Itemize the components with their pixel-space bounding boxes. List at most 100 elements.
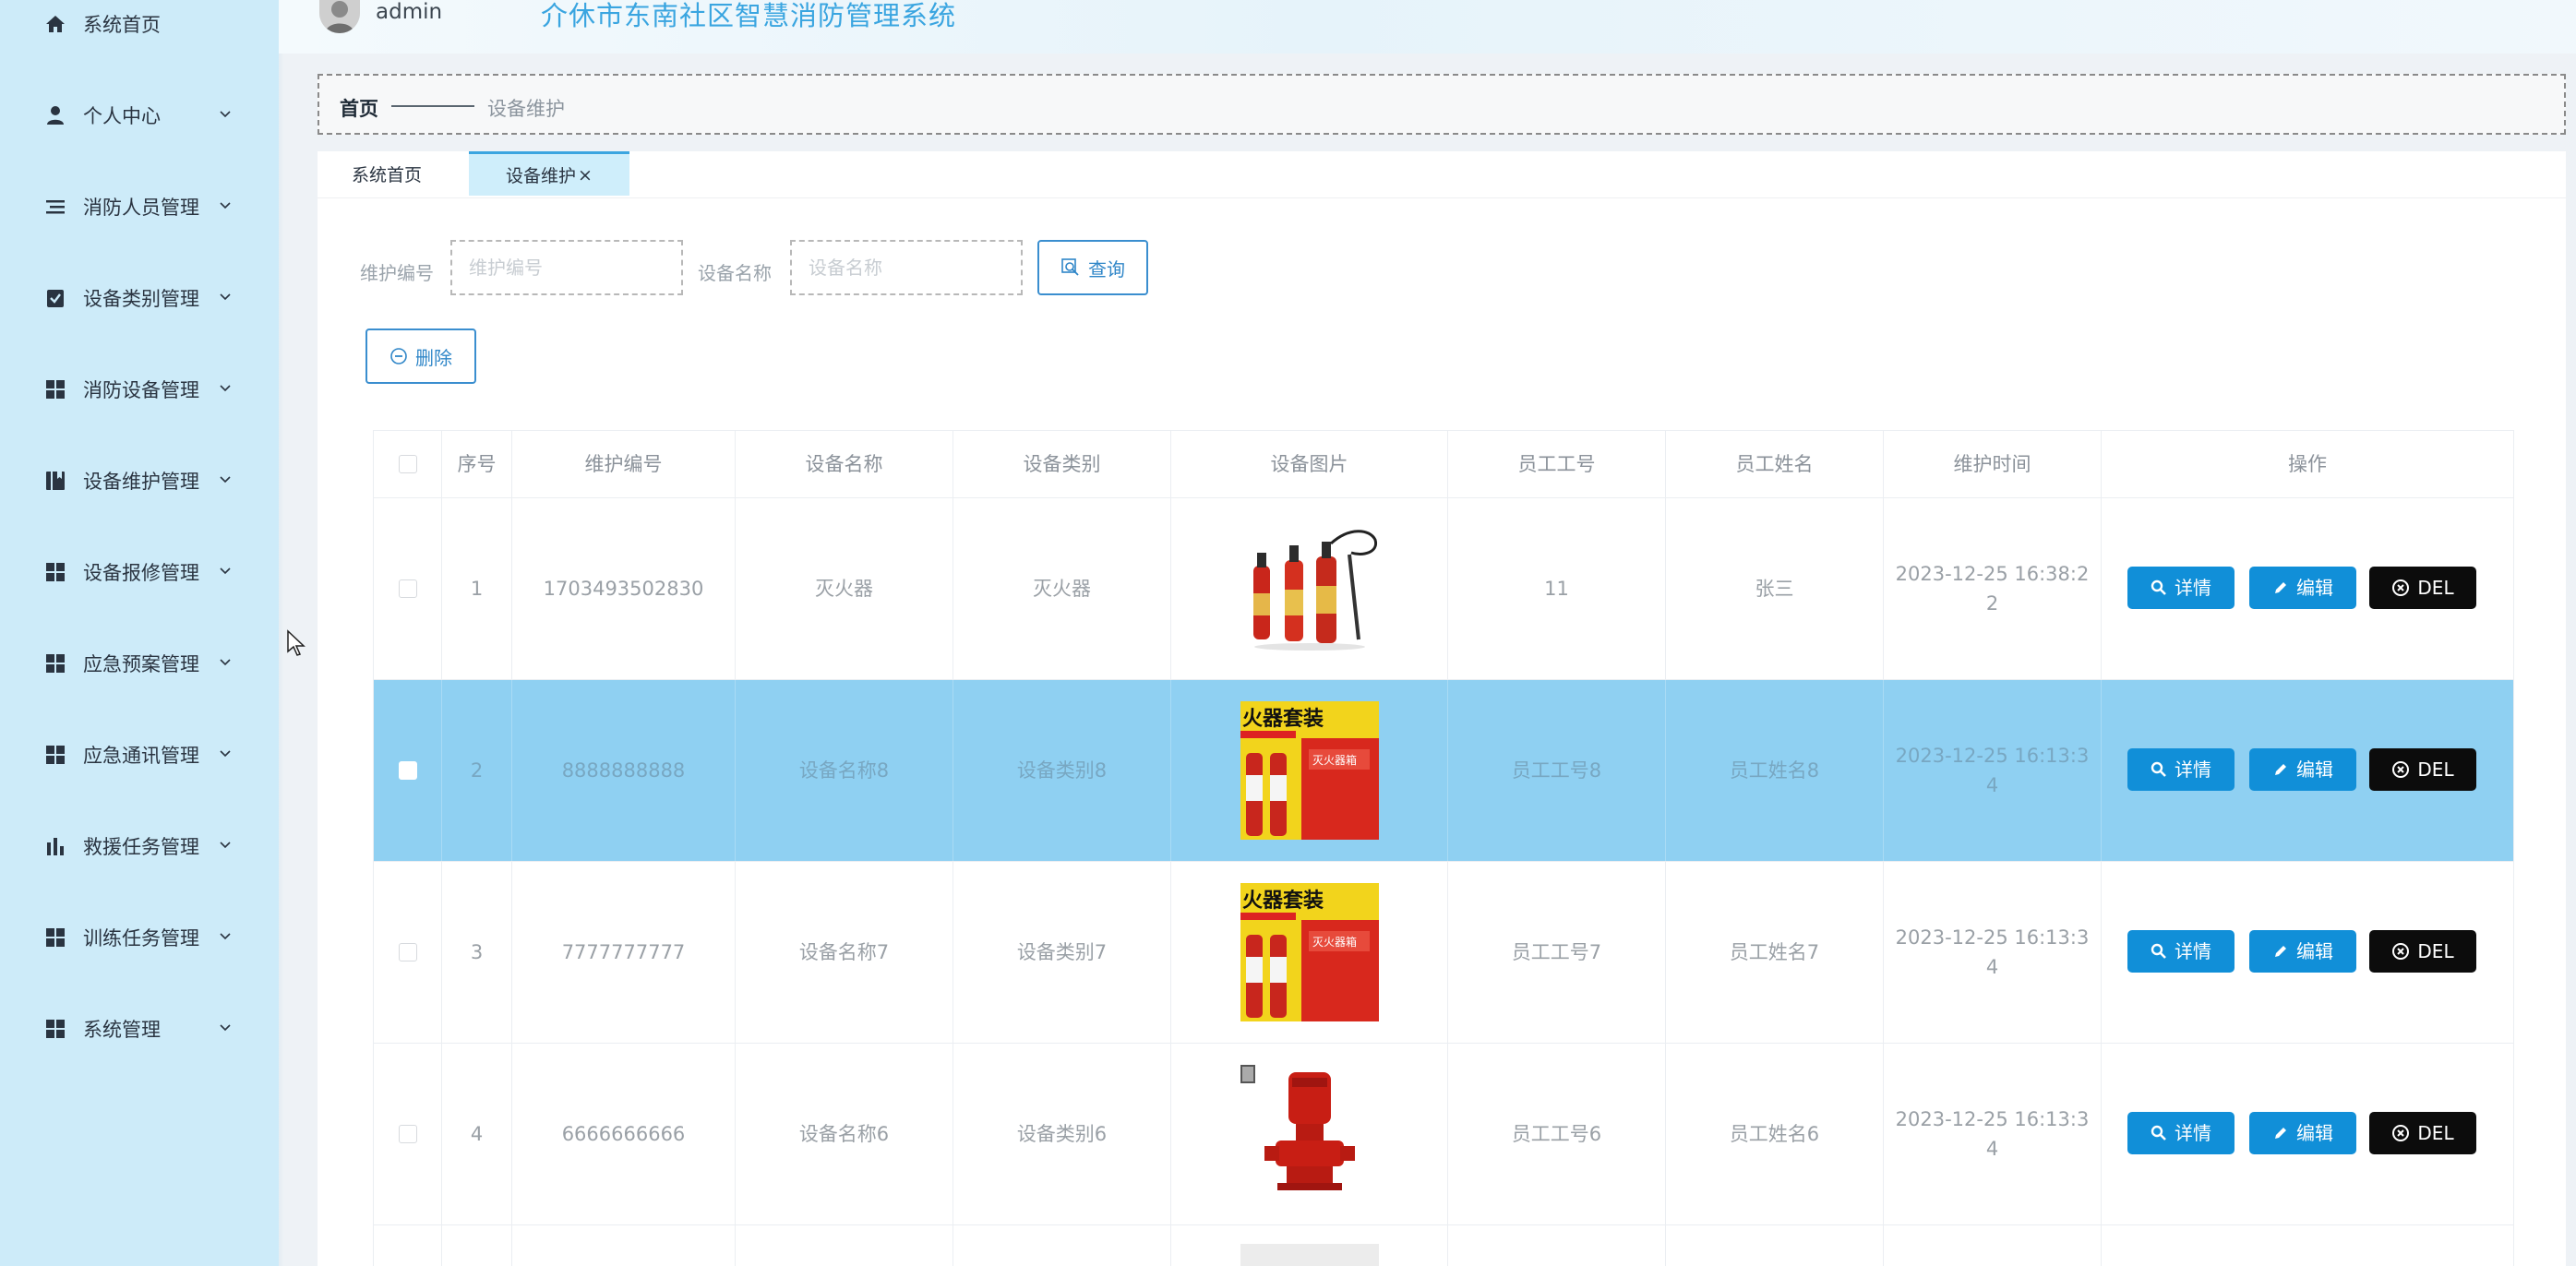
chevron-down-icon xyxy=(220,659,231,666)
cell-index: 2 xyxy=(442,680,512,861)
row-select-cell[interactable] xyxy=(374,1225,442,1266)
cell-device-category: 灭火器 xyxy=(953,498,1171,679)
sidebar-item-device-maintenance[interactable]: 设备维护管理 xyxy=(0,453,279,508)
cell-staff-number xyxy=(1448,1225,1666,1266)
sidebar-item-training-task[interactable]: 训练任务管理 xyxy=(0,910,279,965)
detail-button[interactable]: 详情 xyxy=(2127,748,2235,791)
sidebar-item-fire-equipment[interactable]: 消防设备管理 xyxy=(0,362,279,417)
cell-device-category: 设备类别6 xyxy=(953,1044,1171,1224)
cell-actions: 详情 编辑 DEL xyxy=(2102,498,2513,679)
row-select-cell[interactable] xyxy=(374,862,442,1043)
row-select-cell[interactable] xyxy=(374,680,442,861)
edit-icon xyxy=(2275,582,2286,593)
cell-staff-name: 员工姓名8 xyxy=(1666,680,1884,861)
table-row[interactable] xyxy=(374,1225,2513,1266)
delete-row-button[interactable]: DEL xyxy=(2369,567,2476,609)
clipboard-check-icon xyxy=(47,290,64,307)
tab-device-maintenance[interactable]: 设备维护 × xyxy=(469,151,629,196)
table-row[interactable]: 1 1703493502830 灭火器 灭火器 11 张三 2023-12-25… xyxy=(374,498,2513,680)
extinguisher-box-image: 火器套装 灭火器箱 xyxy=(1240,883,1379,1021)
cell-staff-name: 员工姓名7 xyxy=(1666,862,1884,1043)
column-header: 员工姓名 xyxy=(1666,431,1884,497)
edit-button[interactable]: 编辑 xyxy=(2249,1112,2356,1154)
cell-staff-number: 11 xyxy=(1448,498,1666,679)
table-row[interactable]: 2 8888888888 设备名称8 设备类别8 火器套装 灭火器箱 员工工号8… xyxy=(374,680,2513,862)
sidebar-item-emergency-plan[interactable]: 应急预案管理 xyxy=(0,636,279,691)
extinguisher-box-image: 火器套装 灭火器箱 xyxy=(1240,701,1379,840)
time-line-2: 4 xyxy=(1985,956,1999,978)
cell-index: 3 xyxy=(442,862,512,1043)
edit-button[interactable]: 编辑 xyxy=(2249,567,2356,609)
tab-close-icon[interactable]: × xyxy=(578,165,593,185)
detail-button[interactable]: 详情 xyxy=(2127,930,2235,973)
select-all-checkbox[interactable] xyxy=(398,455,417,473)
detail-button-label: 详情 xyxy=(2175,758,2211,781)
cell-actions: 详情 编辑 DEL xyxy=(2102,680,2513,861)
sidebar-item-personal-center[interactable]: 个人中心 xyxy=(0,88,279,143)
close-circle-icon xyxy=(2392,761,2410,778)
search-icon xyxy=(1061,258,1079,276)
sidebar-item-repair[interactable]: 设备报修管理 xyxy=(0,544,279,600)
sidebar-item-label: 设备报修管理 xyxy=(83,562,199,584)
detail-button[interactable]: 详情 xyxy=(2127,567,2235,609)
cell-staff-number: 员工工号7 xyxy=(1448,862,1666,1043)
image-caption: 火器套装 xyxy=(1242,889,1324,913)
row-checkbox[interactable] xyxy=(398,1125,417,1143)
grid-icon xyxy=(46,380,65,399)
sidebar-item-label: 消防人员管理 xyxy=(83,197,199,219)
delete-row-button[interactable]: DEL xyxy=(2369,748,2476,791)
grid-icon xyxy=(46,563,65,581)
column-header: 设备名称 xyxy=(736,431,953,497)
cell-device-name: 设备名称7 xyxy=(736,862,953,1043)
column-header: 维护时间 xyxy=(1884,431,2102,497)
query-button-label: 查询 xyxy=(1088,257,1125,281)
tab-bar: 系统首页 设备维护 × xyxy=(318,151,2566,198)
close-circle-icon xyxy=(2392,579,2410,596)
detail-button[interactable]: 详情 xyxy=(2127,1112,2235,1154)
table-header-row: 序号 维护编号 设备名称 设备类别 设备图片 员工工号 员工姓名 维护时间 操作 xyxy=(374,431,2513,498)
sidebar-item-system-management[interactable]: 系统管理 xyxy=(0,1001,279,1057)
query-button[interactable]: 查询 xyxy=(1037,240,1148,295)
chevron-down-icon xyxy=(220,750,231,758)
time-line-2: 4 xyxy=(1985,774,1999,796)
list-icon xyxy=(46,200,65,214)
edit-button[interactable]: 编辑 xyxy=(2249,930,2356,973)
chevron-down-icon xyxy=(220,111,231,118)
cell-device-category xyxy=(953,1225,1171,1266)
sidebar-item-firefighters[interactable]: 消防人员管理 xyxy=(0,179,279,234)
grid-icon xyxy=(46,928,65,947)
row-checkbox[interactable] xyxy=(398,579,417,598)
sidebar-item-label: 系统首页 xyxy=(83,14,161,36)
sidebar-item-emergency-comm[interactable]: 应急通讯管理 xyxy=(0,727,279,782)
bar-chart-icon xyxy=(47,838,64,855)
time-line-1: 2023-12-25 16:13:3 xyxy=(1895,745,2090,767)
extinguisher-image xyxy=(1240,520,1379,658)
row-checkbox[interactable] xyxy=(398,943,417,961)
sidebar-item-device-category[interactable]: 设备类别管理 xyxy=(0,270,279,326)
breadcrumb-home[interactable]: 首页 xyxy=(340,94,378,122)
cell-actions xyxy=(2102,1225,2513,1266)
select-all-cell[interactable] xyxy=(374,431,442,497)
row-checkbox[interactable] xyxy=(398,761,417,780)
delete-row-label: DEL xyxy=(2417,940,2454,962)
maintenance-code-input[interactable] xyxy=(450,240,683,295)
tab-home[interactable]: 系统首页 xyxy=(318,151,456,196)
table-row[interactable]: 3 7777777777 设备名称7 设备类别7 火器套装 灭火器箱 员工工号7… xyxy=(374,862,2513,1044)
tab-label: 设备维护 xyxy=(506,166,577,186)
edit-button[interactable]: 编辑 xyxy=(2249,748,2356,791)
username-label[interactable]: admin xyxy=(376,0,442,24)
delete-row-button[interactable]: DEL xyxy=(2369,1112,2476,1154)
delete-button[interactable]: 删除 xyxy=(365,328,476,384)
detail-button-label: 详情 xyxy=(2175,577,2211,599)
delete-row-button[interactable]: DEL xyxy=(2369,930,2476,973)
sidebar-item-rescue-task[interactable]: 救援任务管理 xyxy=(0,818,279,874)
edit-icon xyxy=(2275,1128,2286,1139)
table-row[interactable]: 4 6666666666 设备名称6 设备类别6 员工工号6 员工姓名6 202… xyxy=(374,1044,2513,1225)
grid-icon xyxy=(46,1020,65,1038)
row-select-cell[interactable] xyxy=(374,498,442,679)
row-select-cell[interactable] xyxy=(374,1044,442,1224)
sidebar-item-home[interactable]: 系统首页 xyxy=(0,0,279,52)
device-name-input[interactable] xyxy=(790,240,1023,295)
cell-device-category: 设备类别8 xyxy=(953,680,1171,861)
cell-device-image xyxy=(1171,1044,1448,1224)
